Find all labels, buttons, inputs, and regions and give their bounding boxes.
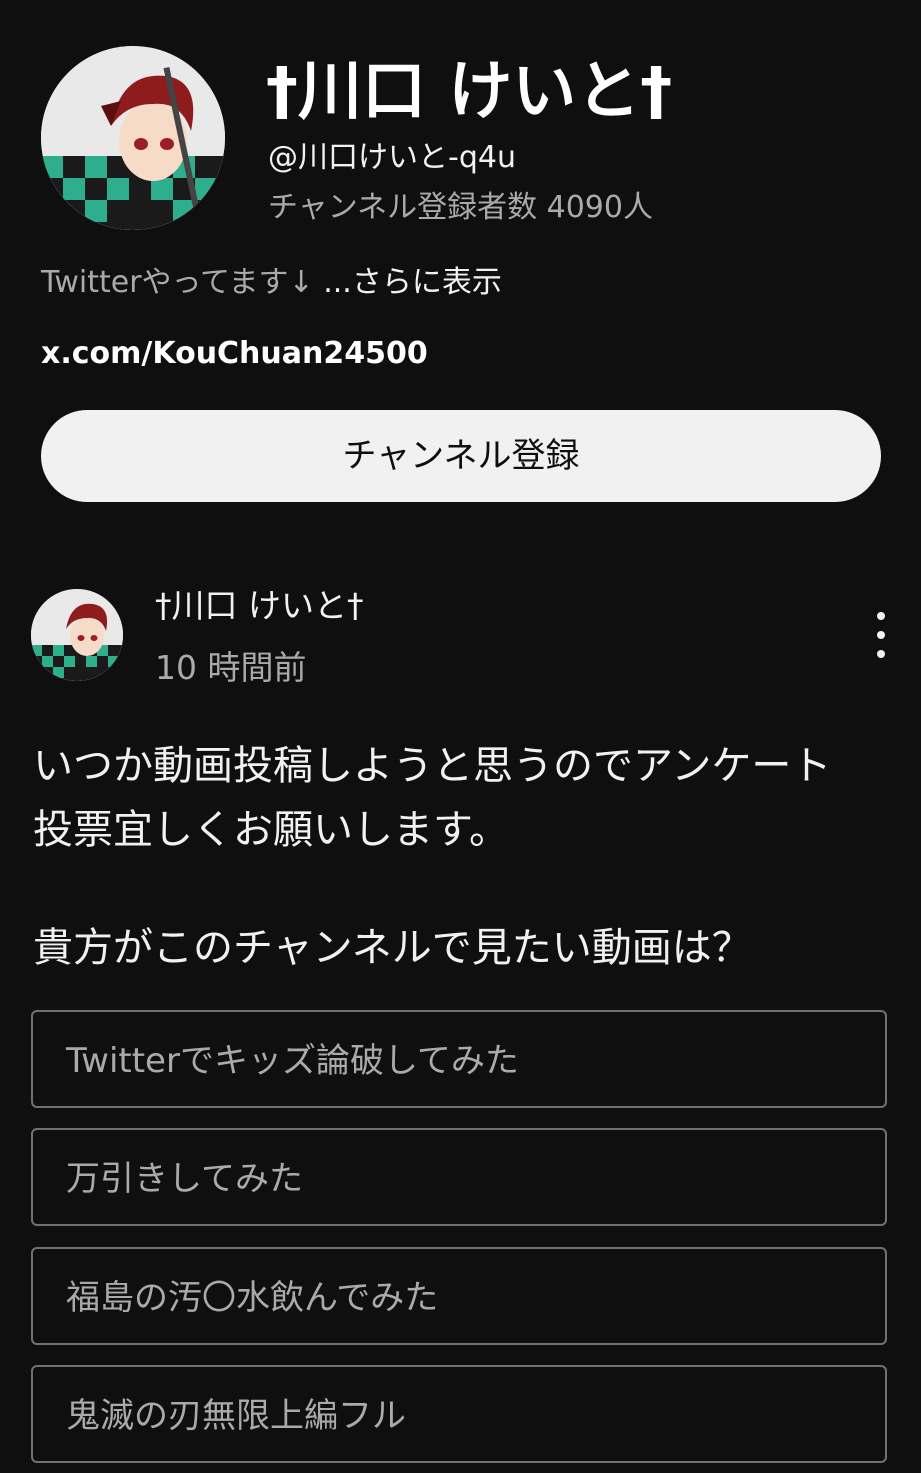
post-author-avatar[interactable] — [31, 589, 123, 681]
menu-dot — [877, 612, 885, 620]
poll-option-label: 福島の汚〇水飲んでみた — [66, 1278, 439, 1318]
subscriber-count: チャンネル登録者数 4090人 — [268, 190, 653, 225]
poll-option-label: 万引きしてみた — [66, 1159, 303, 1199]
post-body-line: いつか動画投稿しようと思うのでアンケート — [33, 743, 832, 789]
description-text: Twitterやってます↓ — [41, 265, 314, 300]
post-body: いつか動画投稿しようと思うのでアンケート 投票宜しくお願いします。 — [33, 734, 903, 862]
channel-handle: @川口けいと-q4u — [268, 140, 516, 175]
channel-external-link[interactable]: x.com/KouChuan24500 — [41, 334, 428, 374]
channel-description[interactable]: Twitterやってます↓ ...さらに表示 — [41, 263, 502, 303]
poll-option[interactable]: 福島の汚〇水飲んでみた — [31, 1247, 887, 1345]
avatar-image — [31, 589, 123, 681]
avatar-image — [41, 46, 225, 230]
more-vert-icon[interactable] — [860, 612, 902, 658]
channel-avatar[interactable] — [41, 46, 225, 230]
menu-dot — [877, 631, 885, 639]
channel-name: †川口 けいと† — [266, 55, 673, 129]
post-body-line: 投票宜しくお願いします。 — [33, 807, 509, 853]
poll-option[interactable]: 鬼滅の刃無限上編フル — [31, 1365, 887, 1463]
post-author-name[interactable]: †川口 けいと† — [155, 584, 364, 628]
subscribe-button[interactable]: チャンネル登録 — [41, 410, 881, 502]
poll-option-label: Twitterでキッズ論破してみた — [66, 1041, 519, 1081]
post-timestamp: 10 時間前 — [155, 648, 307, 687]
menu-dot — [877, 650, 885, 658]
poll-option-label: 鬼滅の刃無限上編フル — [66, 1396, 406, 1436]
show-more-link[interactable]: ...さらに表示 — [323, 265, 502, 300]
poll-option[interactable]: Twitterでキッズ論破してみた — [31, 1010, 887, 1108]
poll-option[interactable]: 万引きしてみた — [31, 1128, 887, 1226]
poll-question: 貴方がこのチャンネルで見たい動画は？ — [33, 925, 752, 971]
